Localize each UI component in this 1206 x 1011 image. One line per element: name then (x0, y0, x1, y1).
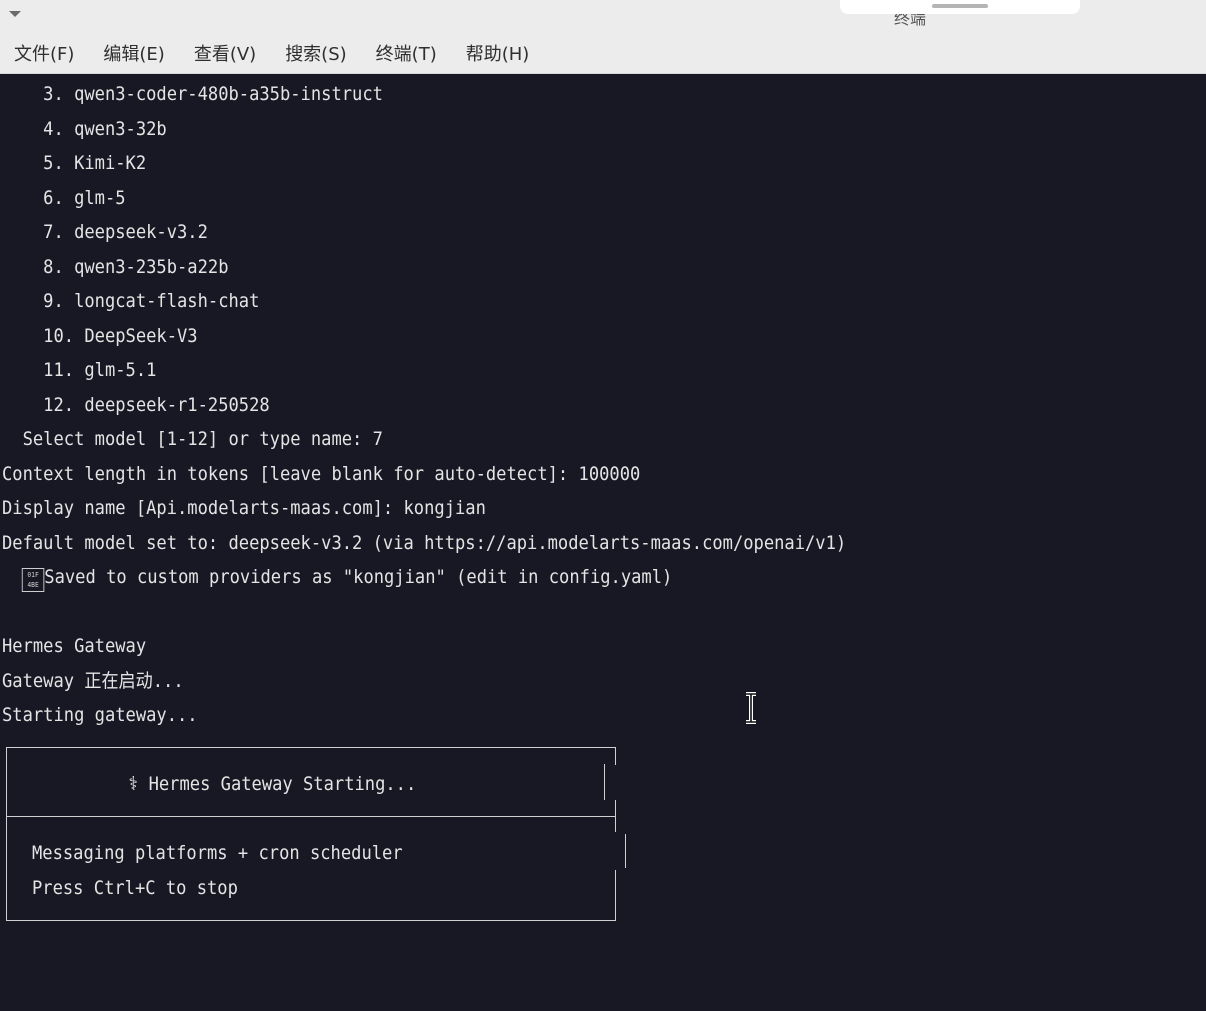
banner-border-right (615, 747, 616, 765)
gateway-header: Hermes Gateway (2, 635, 147, 657)
terminal-output[interactable]: 3. qwen3-coder-480b-a35b-instruct 4. qwe… (0, 74, 1206, 1011)
starting-gateway-line: Starting gateway... (2, 704, 198, 726)
gateway-starting-cn: Gateway 正在启动... (2, 670, 184, 692)
banner-border-top (6, 747, 616, 748)
banner-border-right (615, 870, 616, 921)
model-option: 10. DeepSeek-V3 (2, 325, 198, 347)
menu-edit[interactable]: 编辑(E) (103, 37, 164, 73)
model-option: 7. deepseek-v3.2 (2, 221, 208, 243)
model-option: 5. Kimi-K2 (2, 152, 147, 174)
model-option: 4. qwen3-32b (2, 118, 167, 140)
model-option: 12. deepseek-r1-250528 (2, 394, 270, 416)
display-name-line: Display name [Api.modelarts-maas.com]: k… (2, 497, 486, 519)
model-option: 11. glm-5.1 (2, 359, 157, 381)
saved-message: Saved to custom providers as "kongjian" … (44, 566, 673, 588)
model-option: 6. glm-5 (2, 187, 126, 209)
menu-help[interactable]: 帮助(H) (466, 37, 530, 73)
banner-border-left (6, 747, 7, 921)
model-option: 9. longcat-flash-chat (2, 290, 260, 312)
menu-terminal[interactable]: 终端(T) (376, 37, 437, 73)
floppy-disk-icon: 01F 4BE (21, 568, 45, 592)
menu-bar: 文件(F) 编辑(E) 查看(V) 搜索(S) 终端(T) 帮助(H) (0, 36, 1206, 74)
banner-line: Press Ctrl+C to stop (32, 877, 238, 899)
menu-file[interactable]: 文件(F) (14, 37, 74, 73)
model-option: 3. qwen3-coder-480b-a35b-instruct (2, 83, 383, 105)
banner-border-right (604, 764, 605, 800)
model-option: 8. qwen3-235b-a22b (2, 256, 229, 278)
drag-handle-icon[interactable] (932, 4, 988, 8)
select-model-prompt: Select model [1-12] or type name: 7 (2, 428, 383, 450)
banner-line: Messaging platforms + cron scheduler (32, 842, 403, 864)
window-menu-chevron-down-icon[interactable] (9, 11, 21, 17)
menu-search[interactable]: 搜索(S) (285, 37, 346, 73)
title-bar: 终端 (0, 0, 1206, 36)
banner-border-right (625, 834, 626, 868)
saved-providers-line: 01F 4BE Saved to custom providers as "kon… (2, 560, 672, 594)
text-cursor-icon (746, 692, 756, 724)
default-model-line: Default model set to: deepseek-v3.2 (via… (2, 532, 847, 554)
menu-view[interactable]: 查看(V) (194, 37, 256, 73)
context-length-line: Context length in tokens [leave blank fo… (2, 463, 641, 485)
banner-border-bottom (6, 920, 616, 921)
banner-title: ⚕ Hermes Gateway Starting... (128, 773, 417, 795)
banner-divider (6, 816, 616, 817)
